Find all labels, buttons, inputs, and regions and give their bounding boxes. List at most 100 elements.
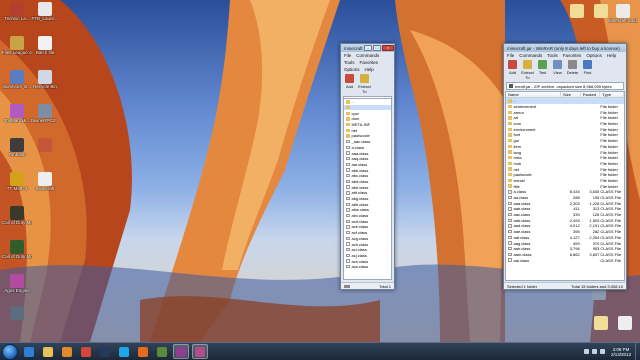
menu-tools[interactable]: Tools — [547, 53, 558, 58]
start-button[interactable] — [2, 343, 18, 360]
desktop-icon[interactable]: Batch file — [30, 36, 60, 55]
list-item[interactable]: acs.class — [344, 264, 391, 270]
table-row[interactable]: aac.class 339 126 CLASS File — [506, 212, 624, 218]
folder-up-icon[interactable] — [509, 84, 513, 88]
taskbar-skype-button[interactable] — [116, 344, 132, 359]
desktop-icon[interactable]: FTB_Launc... — [30, 2, 60, 21]
taskbar-ie-button[interactable] — [21, 344, 37, 359]
big-winrar-path[interactable]: ecraft.jar - ZIP archive, unpacked size … — [506, 82, 624, 90]
toolbar-extract-to-button[interactable]: Extract To — [521, 60, 534, 80]
show-desktop-button[interactable] — [635, 342, 640, 360]
big-winrar-window[interactable]: minecraft.jar - WinRAR (only 8 days left… — [503, 43, 627, 290]
desktop-icon[interactable]: Tonbash — [2, 138, 32, 157]
menu-commands[interactable]: Commands — [519, 53, 542, 58]
column-header-packed[interactable]: Packed — [581, 92, 601, 97]
desktop-icon[interactable]: Recycle Bin — [30, 70, 60, 89]
table-row[interactable]: aaf.class 4,127 2,254 CLASS File — [506, 235, 624, 241]
table-row[interactable]: aab.class 411 313 CLASS File — [506, 206, 624, 212]
table-row[interactable]: aam.class 6,862 3,837 CLASS File — [506, 252, 624, 258]
desktop-icon[interactable]: minecraft — [30, 172, 60, 191]
toolbar-extract-to-button[interactable]: Extract To — [358, 74, 371, 94]
menu-file[interactable]: File — [344, 53, 351, 58]
maximize-button[interactable]: □ — [373, 44, 381, 51]
desktop-icon[interactable]: TT Math 3 — [2, 172, 32, 191]
desktop-icon[interactable]: Call of Duty Modern... — [2, 206, 32, 225]
desktop-icon[interactable]: Agos Engine — [2, 274, 32, 293]
table-row[interactable]: aab.class 2,493 1,503 CLASS File — [506, 217, 624, 223]
menu-favorites[interactable]: Favorites — [360, 60, 379, 65]
extract-to-icon — [360, 74, 369, 83]
big-winrar-titlebar[interactable]: minecraft.jar - WinRAR (only 8 days left… — [504, 44, 626, 52]
volume-icon[interactable] — [599, 349, 605, 354]
taskbar-firefox-button[interactable] — [135, 344, 151, 359]
menu-commands[interactable]: Commands — [356, 53, 379, 58]
cell-name: com — [506, 121, 561, 126]
toolbar-view-button[interactable]: View — [551, 60, 564, 80]
cell-type: File folder — [600, 115, 618, 121]
table-row[interactable]: aad.class 4,012 2,191 CLASS File — [506, 223, 624, 229]
menu-tools[interactable]: Tools — [344, 60, 355, 65]
taskbar-media-player-button[interactable] — [59, 344, 75, 359]
desktop-icon[interactable]: Call of Duty Modern... — [2, 240, 32, 259]
table-row[interactable]: a.class 8,434 3,635 CLASS File — [506, 189, 624, 195]
table-row[interactable]: aai.class CLASS File — [506, 257, 624, 263]
desktop-icon[interactable] — [610, 316, 640, 330]
folder-icon — [346, 111, 350, 115]
toolbar-label: Add — [345, 84, 354, 89]
column-header-size[interactable]: Size — [561, 92, 581, 97]
toolbar-delete-button[interactable]: Delete — [566, 60, 579, 80]
table-row[interactable]: aa.class 288 195 CLASS File — [506, 195, 624, 201]
menu-options[interactable]: Options — [586, 53, 602, 58]
desktop-icon[interactable] — [2, 306, 32, 320]
file-name: acj.class — [351, 252, 367, 258]
menu-options[interactable]: Options — [344, 67, 360, 72]
desktop-icon-label: minecraft — [35, 186, 55, 191]
desktop-icon[interactable]: Files League of Legends — [2, 36, 32, 55]
file-icon — [508, 229, 512, 234]
toolbar-add-button[interactable]: Add — [506, 60, 519, 80]
small-winrar-window[interactable]: minecraft.jar - WinRAR – □ × File Comman… — [340, 43, 395, 290]
tray-arrow-icon[interactable] — [583, 349, 589, 354]
small-winrar-file-list[interactable]: .. cpw dom META-INF net paulscode _aac.class a.… — [343, 98, 392, 280]
toolbar-test-button[interactable]: Test — [536, 60, 549, 80]
cell-name: aad.class — [506, 223, 561, 228]
taskbar-winrar-2-button[interactable] — [192, 344, 208, 359]
desktop-icon[interactable]: DivineRPG2... — [30, 104, 60, 123]
close-button[interactable]: × — [382, 44, 394, 51]
desktop-icon[interactable]: Technic La... — [2, 2, 32, 21]
desktop-icon[interactable]: Minecraft random fea... — [608, 4, 638, 23]
toolbar-find-button[interactable]: Find — [581, 60, 594, 80]
network-icon[interactable] — [591, 349, 597, 354]
menu-help[interactable]: Help — [365, 67, 374, 72]
taskbar-steam-button[interactable] — [97, 344, 113, 359]
taskbar-winrar-button[interactable] — [173, 344, 189, 359]
desktop-shortcut-icon — [38, 2, 52, 16]
file-name: armor — [513, 109, 524, 115]
minimize-button[interactable]: – — [364, 44, 372, 51]
small-winrar-titlebar[interactable]: minecraft.jar - WinRAR – □ × — [341, 44, 394, 52]
table-row[interactable]: aaa.class 2,303 1,228 CLASS File — [506, 200, 624, 206]
table-row[interactable]: aag.class 459 370 CLASS File — [506, 240, 624, 246]
table-row[interactable]: aah.class 3,796 953 CLASS File — [506, 246, 624, 252]
menu-file[interactable]: File — [507, 53, 514, 58]
taskbar-explorer-button[interactable] — [40, 344, 56, 359]
desktop-icon[interactable]: Survivors_B... — [2, 70, 32, 89]
desktop-icon[interactable] — [30, 138, 60, 152]
column-header-name[interactable]: Name — [506, 92, 562, 97]
status-left: Selected 1 folder — [507, 283, 538, 289]
menu-favorites[interactable]: Favorites — [563, 53, 582, 58]
big-winrar-statusbar: Selected 1 folder Total 15 folders and 3… — [504, 282, 626, 289]
toolbar-add-button[interactable]: Add — [343, 74, 356, 94]
column-header-type[interactable]: Type — [600, 92, 624, 97]
taskbar-minecraft-button[interactable] — [154, 344, 170, 359]
table-row[interactable]: aae.class 395 282 CLASS File — [506, 229, 624, 235]
file-icon — [346, 208, 350, 212]
desktop-icon-label: Call of Duty Modern... — [2, 220, 32, 225]
clock[interactable]: 4:08 PM 2/13/2013 — [611, 347, 631, 357]
taskbar-chrome-button[interactable] — [78, 344, 94, 359]
menu-help[interactable]: Help — [607, 53, 616, 58]
file-icon — [346, 242, 350, 246]
big-winrar-file-list[interactable]: Name Size Packed Type .. achievement File fol… — [505, 91, 625, 281]
file-icon — [346, 236, 350, 241]
desktop-icon[interactable]: ToyMaryJ&... — [2, 104, 32, 123]
